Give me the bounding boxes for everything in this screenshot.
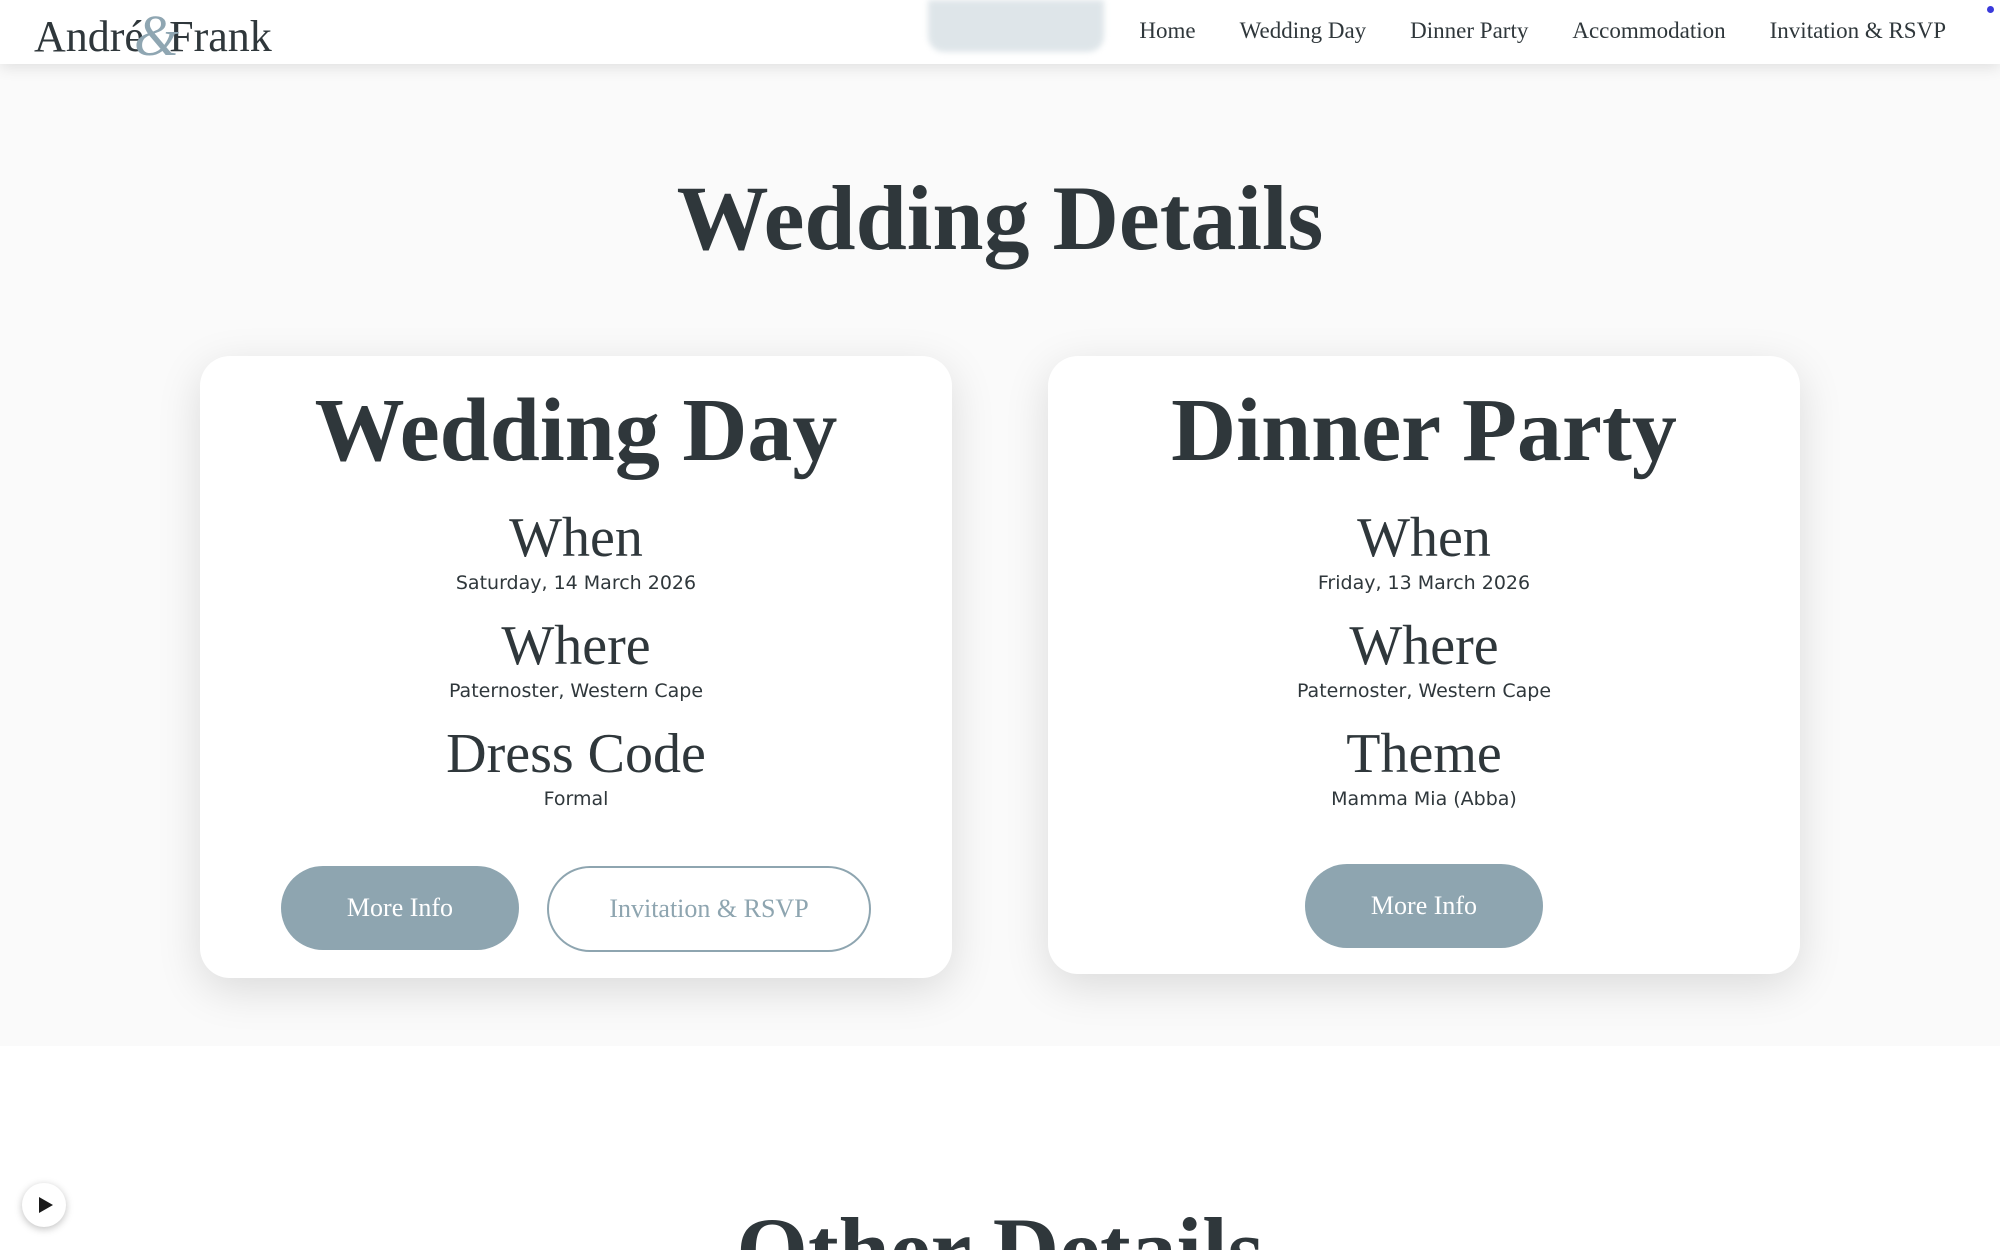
detail-value: Mamma Mia (Abba) [1331,788,1517,810]
detail-label: When [1357,507,1491,569]
card-actions: More Info [1048,864,1800,948]
nav-accommodation[interactable]: Accommodation [1572,18,1725,44]
nav-dinner-party[interactable]: Dinner Party [1410,18,1528,44]
detail-label: Where [501,615,651,677]
nav-home[interactable]: Home [1139,18,1195,44]
card-title: Wedding Day [314,381,838,480]
blurred-nav-pill [928,0,1104,52]
site-logo[interactable]: André&Frank [34,4,272,65]
detail-value: Paternoster, Western Cape [448,680,704,702]
detail-where: Where Paternoster, Western Cape [1048,616,1800,704]
music-play-button[interactable] [22,1183,66,1227]
invitation-rsvp-button[interactable]: Invitation & RSVP [547,866,871,952]
card-title: Dinner Party [1171,381,1677,480]
status-dot [1987,6,1994,13]
wedding-day-card: Wedding Day When Saturday, 14 March 2026… [200,356,952,978]
more-info-button[interactable]: More Info [1305,864,1543,948]
detail-where: Where Paternoster, Western Cape [200,616,952,704]
detail-value: Formal [543,788,609,810]
card-actions: More Info Invitation & RSVP [200,866,952,952]
detail-value: Saturday, 14 March 2026 [455,572,697,594]
more-info-button[interactable]: More Info [281,866,519,950]
detail-label: Where [1349,615,1499,677]
play-icon [35,1196,54,1214]
logo-second-name: Frank [169,12,272,61]
nav-wedding-day[interactable]: Wedding Day [1240,18,1367,44]
detail-label: Theme [1346,723,1502,785]
other-details-title: Other Details [736,1199,1264,1250]
detail-when: When Friday, 13 March 2026 [1048,508,1800,596]
detail-theme: Theme Mamma Mia (Abba) [1048,724,1800,812]
nav-invitation-rsvp[interactable]: Invitation & RSVP [1770,18,1946,44]
dinner-party-card: Dinner Party When Friday, 13 March 2026 … [1048,356,1800,974]
section-title: Wedding Details [676,167,1324,269]
detail-when: When Saturday, 14 March 2026 [200,508,952,596]
detail-dress-code: Dress Code Formal [200,724,952,812]
detail-value: Paternoster, Western Cape [1296,680,1552,702]
logo-first-name: André [34,12,144,61]
site-header: André&Frank Home Wedding Day Dinner Part… [0,0,2000,65]
logo-ampersand: & [133,3,180,68]
main-nav: Home Wedding Day Dinner Party Accommodat… [1139,0,1946,62]
detail-label: When [509,507,643,569]
detail-label: Dress Code [446,723,706,785]
detail-value: Friday, 13 March 2026 [1317,572,1531,594]
